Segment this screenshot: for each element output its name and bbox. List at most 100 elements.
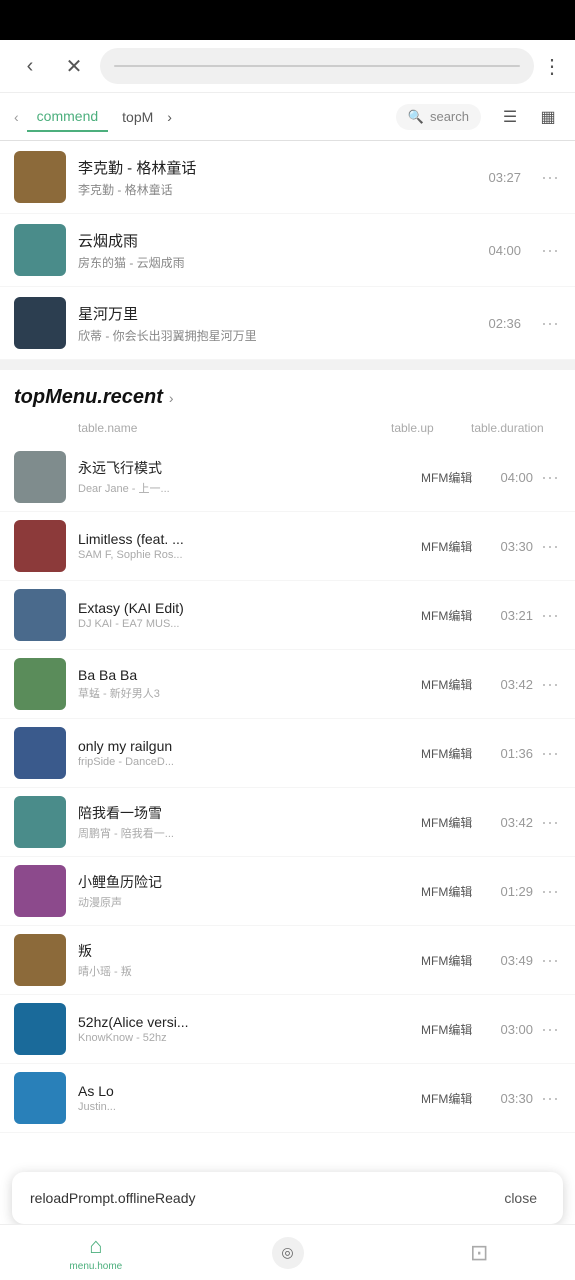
recent-song-title: 永远飞行模式: [78, 458, 421, 478]
recent-rows-container: 永远飞行模式 Dear Jane - 上一... MFM编辑 04:00 ···…: [0, 443, 575, 1133]
recent-song-subtitle: 周鹏宵 - 陪我看一...: [78, 825, 421, 841]
recent-song-duration: 03:49: [493, 953, 533, 968]
song-more-button[interactable]: ···: [539, 167, 561, 188]
recent-song-row[interactable]: Extasy (KAI Edit) DJ KAI - EA7 MUS... MF…: [0, 581, 575, 650]
song-thumbnail: [14, 297, 66, 349]
offline-ready-text: reloadPrompt.offlineReady: [30, 1190, 484, 1206]
recent-song-duration: 04:00: [493, 470, 533, 485]
recent-song-uploader: MFM编辑: [421, 883, 493, 900]
song-info: 云烟成雨 房东的猫 - 云烟成雨: [78, 230, 476, 271]
view-toggle-buttons: ☰ ▦: [493, 100, 565, 134]
recent-song-uploader: MFM编辑: [421, 607, 493, 624]
recent-song-row[interactable]: only my railgun fripSide - DanceD... MFM…: [0, 719, 575, 788]
song-title: 李克勤 - 格林童话: [78, 157, 476, 178]
recent-song-title: As Lo: [78, 1083, 421, 1099]
close-button[interactable]: ✕: [56, 48, 92, 84]
recent-song-info: only my railgun fripSide - DanceD...: [78, 738, 421, 768]
th-duration: table.duration: [471, 421, 531, 435]
recent-section-arrow[interactable]: ›: [169, 390, 174, 406]
recent-song-info: Ba Ba Ba 草蜢 - 新好男人3: [78, 667, 421, 701]
home-nav-item[interactable]: ⌂ menu.home: [0, 1233, 192, 1272]
browser-menu-button[interactable]: ⋮: [542, 54, 563, 79]
recent-song-more-button[interactable]: ···: [539, 1088, 561, 1109]
nav-center-item[interactable]: ◎: [192, 1237, 384, 1269]
recent-song-thumbnail: [14, 1072, 66, 1124]
recent-section-header: topMenu.recent ›: [0, 370, 575, 417]
url-bar[interactable]: [100, 48, 534, 84]
recent-song-more-button[interactable]: ···: [539, 881, 561, 902]
recent-song-thumbnail: [14, 520, 66, 572]
url-bar-line: [114, 65, 520, 67]
song-more-button[interactable]: ···: [539, 240, 561, 261]
recent-song-row[interactable]: Limitless (feat. ... SAM F, Sophie Ros..…: [0, 512, 575, 581]
recent-song-subtitle: DJ KAI - EA7 MUS...: [78, 618, 421, 630]
recent-section-title: topMenu.recent: [14, 386, 163, 409]
recent-song-row[interactable]: 陪我看一场雪 周鹏宵 - 陪我看一... MFM编辑 03:42 ···: [0, 788, 575, 857]
recent-song-info: 52hz(Alice versi... KnowKnow - 52hz: [78, 1014, 421, 1044]
search-tab[interactable]: 🔍 search: [396, 104, 481, 130]
recent-song-subtitle: Dear Jane - 上一...: [78, 480, 421, 496]
recent-song-more-button[interactable]: ···: [539, 950, 561, 971]
recent-song-duration: 03:30: [493, 539, 533, 554]
nav-circle-icon: ◎: [281, 1244, 293, 1261]
recent-song-info: Extasy (KAI Edit) DJ KAI - EA7 MUS...: [78, 600, 421, 630]
recent-song-row[interactable]: 小鲤鱼历险记 动漫原声 MFM编辑 01:29 ···: [0, 857, 575, 926]
recent-song-more-button[interactable]: ···: [539, 743, 561, 764]
back-button[interactable]: ‹: [12, 48, 48, 84]
recent-song-more-button[interactable]: ···: [539, 812, 561, 833]
recent-song-thumbnail: [14, 934, 66, 986]
song-subtitle: 欣蒂 - 你会长出羽翼拥抱星河万里: [78, 327, 476, 344]
song-duration: 04:00: [488, 243, 521, 258]
recent-song-more-button[interactable]: ···: [539, 674, 561, 695]
recent-song-info: Limitless (feat. ... SAM F, Sophie Ros..…: [78, 531, 421, 561]
song-thumbnail: [14, 224, 66, 276]
recent-song-thumbnail: [14, 451, 66, 503]
recent-song-row[interactable]: 52hz(Alice versi... KnowKnow - 52hz MFM编…: [0, 995, 575, 1064]
nav-circle: ◎: [272, 1237, 304, 1269]
recent-song-subtitle: 草蜢 - 新好男人3: [78, 685, 421, 701]
recent-song-row[interactable]: Ba Ba Ba 草蜢 - 新好男人3 MFM编辑 03:42 ···: [0, 650, 575, 719]
recent-song-duration: 01:36: [493, 746, 533, 761]
tab-more-arrow[interactable]: ›: [167, 109, 172, 125]
status-bar: [0, 0, 575, 40]
list-view-button[interactable]: ☰: [493, 100, 527, 134]
recent-song-more-button[interactable]: ···: [539, 467, 561, 488]
recent-song-subtitle: 动漫原声: [78, 894, 421, 910]
grid-view-button[interactable]: ▦: [531, 100, 565, 134]
recent-song-info: 小鲤鱼历险记 动漫原声: [78, 872, 421, 910]
recent-song-uploader: MFM编辑: [421, 1021, 493, 1038]
song-duration: 03:27: [488, 170, 521, 185]
song-row[interactable]: 云烟成雨 房东的猫 - 云烟成雨 04:00 ···: [0, 214, 575, 287]
recent-song-more-button[interactable]: ···: [539, 1019, 561, 1040]
recent-song-duration: 03:42: [493, 677, 533, 692]
recent-song-subtitle: 晴小瑶 - 叛: [78, 963, 421, 979]
recent-song-subtitle: fripSide - DanceD...: [78, 756, 421, 768]
song-row[interactable]: 星河万里 欣蒂 - 你会长出羽翼拥抱星河万里 02:36 ···: [0, 287, 575, 360]
section-separator: [0, 360, 575, 370]
nav-right-item[interactable]: ⊡: [383, 1240, 575, 1266]
th-up: table.up: [391, 421, 471, 435]
tab-commend[interactable]: commend: [27, 102, 108, 132]
recent-song-info: 永远飞行模式 Dear Jane - 上一...: [78, 458, 421, 496]
table-header: table.name table.up table.duration: [0, 417, 575, 443]
search-icon: 🔍: [408, 109, 424, 125]
song-title: 云烟成雨: [78, 230, 476, 251]
recent-song-row[interactable]: 叛 晴小瑶 - 叛 MFM编辑 03:49 ···: [0, 926, 575, 995]
home-label: menu.home: [69, 1261, 122, 1272]
song-row[interactable]: 李克勤 - 格林童话 李克勤 - 格林童话 03:27 ···: [0, 141, 575, 214]
bottom-nav: ⌂ menu.home ◎ ⊡: [0, 1224, 575, 1280]
song-more-button[interactable]: ···: [539, 313, 561, 334]
recent-song-info: 陪我看一场雪 周鹏宵 - 陪我看一...: [78, 803, 421, 841]
recent-song-more-button[interactable]: ···: [539, 605, 561, 626]
recent-song-duration: 03:00: [493, 1022, 533, 1037]
tab-topM[interactable]: topM: [112, 103, 163, 131]
recent-section: topMenu.recent › table.name table.up tab…: [0, 370, 575, 1133]
recent-song-more-button[interactable]: ···: [539, 536, 561, 557]
offline-close-button[interactable]: close: [496, 1186, 545, 1210]
recent-song-row[interactable]: 永远飞行模式 Dear Jane - 上一... MFM编辑 04:00 ···: [0, 443, 575, 512]
tab-bar: ‹ commend topM › 🔍 search ☰ ▦: [0, 93, 575, 141]
tab-back-arrow[interactable]: ‹: [10, 109, 23, 125]
song-subtitle: 李克勤 - 格林童话: [78, 181, 476, 198]
recent-song-title: Limitless (feat. ...: [78, 531, 421, 547]
recent-song-row[interactable]: As Lo Justin... MFM编辑 03:30 ···: [0, 1064, 575, 1133]
